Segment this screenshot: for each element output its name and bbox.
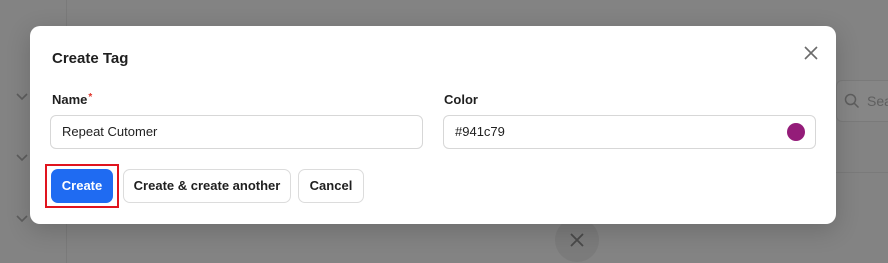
highlight-box bbox=[45, 164, 119, 208]
required-mark: * bbox=[88, 92, 93, 103]
color-input[interactable]: #941c79 bbox=[443, 115, 816, 149]
chevron-down-icon bbox=[16, 93, 28, 101]
create-and-create-another-button[interactable]: Create & create another bbox=[123, 169, 291, 203]
search-placeholder: Sea bbox=[867, 93, 888, 109]
color-swatch[interactable] bbox=[787, 123, 805, 141]
chevron-down-icon bbox=[16, 154, 28, 162]
name-input-value: Repeat Cutomer bbox=[62, 124, 158, 139]
name-input[interactable]: Repeat Cutomer bbox=[50, 115, 423, 149]
name-label-text: Name bbox=[52, 92, 88, 107]
chevron-down-icon bbox=[16, 215, 28, 223]
name-label: Name* bbox=[52, 92, 92, 107]
cancel-button[interactable]: Cancel bbox=[298, 169, 364, 203]
dialog-title: Create Tag bbox=[52, 50, 129, 67]
close-icon bbox=[570, 233, 584, 247]
search-field: Sea bbox=[836, 80, 888, 122]
color-label: Color bbox=[444, 92, 478, 107]
create-tag-dialog: Create Tag Name* Repeat Cutomer Color #9… bbox=[30, 26, 836, 224]
background-close-button bbox=[555, 218, 599, 262]
search-icon bbox=[844, 93, 860, 109]
color-input-value: #941c79 bbox=[455, 124, 505, 139]
close-icon[interactable] bbox=[800, 42, 822, 64]
divider bbox=[836, 172, 888, 173]
